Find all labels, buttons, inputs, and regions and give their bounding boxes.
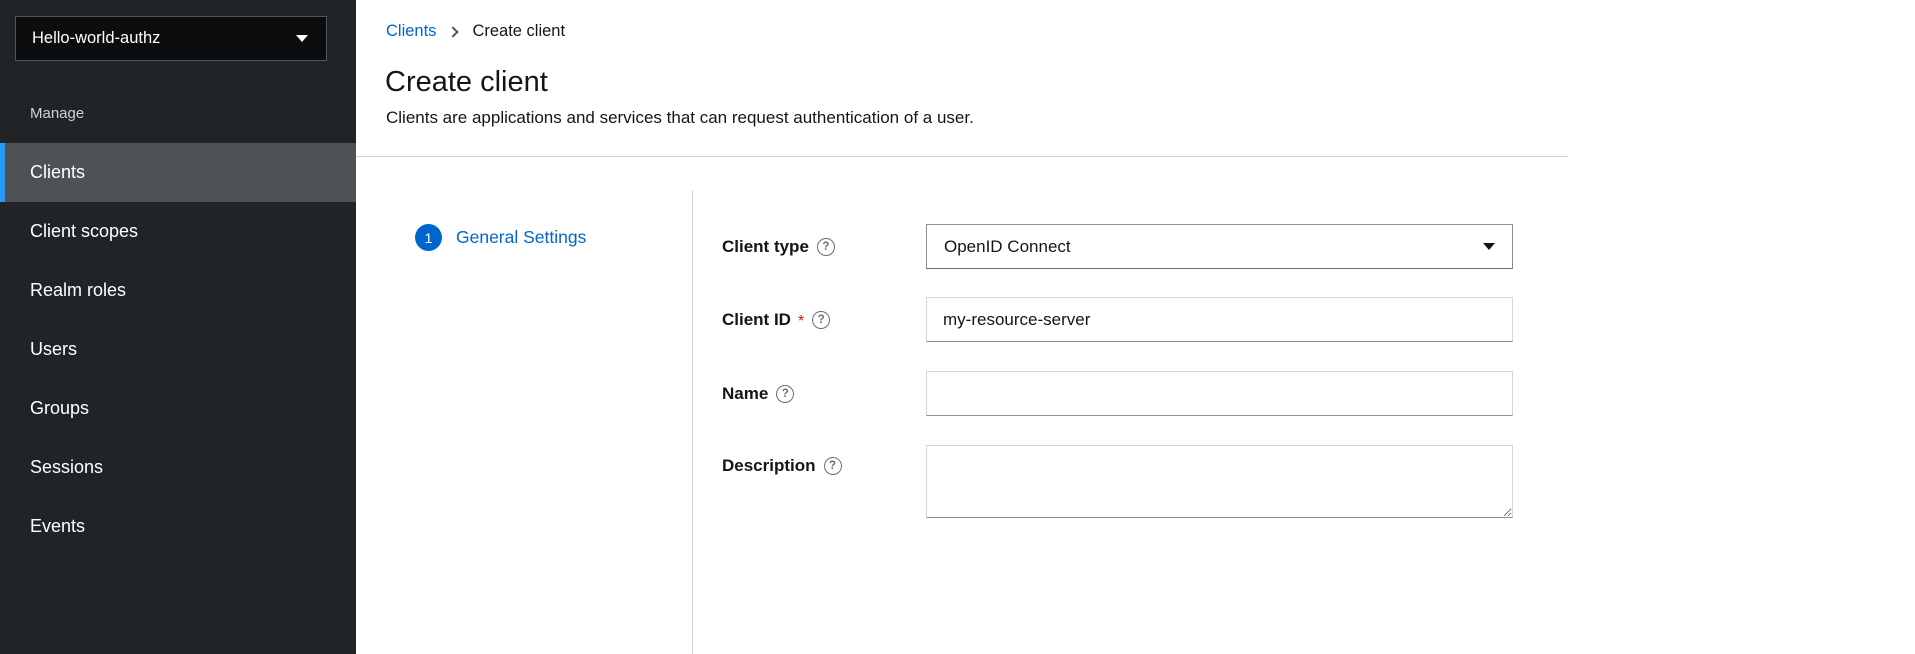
wizard-vertical-divider	[692, 190, 693, 654]
breadcrumb: Clients Create client	[386, 22, 565, 41]
client-type-label-wrap: Client type ?	[722, 237, 926, 257]
breadcrumb-link-clients[interactable]: Clients	[386, 22, 436, 41]
main-content: Clients Create client Create client Clie…	[356, 0, 1915, 654]
name-label: Name	[722, 384, 768, 404]
help-icon[interactable]: ?	[817, 238, 835, 256]
client-type-control: OpenID Connect	[926, 224, 1513, 269]
sidebar-item-clients[interactable]: Clients	[0, 143, 356, 202]
form-row-description: Description ?	[722, 445, 1870, 518]
form-row-name: Name ?	[722, 371, 1870, 416]
client-type-selected-value: OpenID Connect	[944, 237, 1071, 257]
breadcrumb-current: Create client	[472, 22, 565, 41]
description-label: Description	[722, 456, 816, 476]
nav-section-manage: Manage	[30, 105, 84, 122]
description-textarea[interactable]	[926, 445, 1513, 518]
page-subtitle: Clients are applications and services th…	[386, 108, 974, 128]
client-id-control	[926, 297, 1513, 342]
client-id-label: Client ID	[722, 310, 791, 330]
client-type-label: Client type	[722, 237, 809, 257]
name-control	[926, 371, 1513, 416]
app-root: Hello-world-authz Manage Clients Client …	[0, 0, 1915, 654]
sidebar-nav: Clients Client scopes Realm roles Users …	[0, 143, 356, 556]
sidebar-item-client-scopes[interactable]: Client scopes	[0, 202, 356, 261]
sidebar-item-label: Events	[30, 516, 85, 536]
help-icon[interactable]: ?	[776, 385, 794, 403]
client-type-select[interactable]: OpenID Connect	[926, 224, 1513, 269]
form-row-client-id: Client ID * ?	[722, 297, 1870, 342]
help-icon[interactable]: ?	[812, 311, 830, 329]
help-icon[interactable]: ?	[824, 457, 842, 475]
sidebar: Hello-world-authz Manage Clients Client …	[0, 0, 356, 654]
sidebar-item-label: Groups	[30, 398, 89, 418]
sidebar-item-users[interactable]: Users	[0, 320, 356, 379]
sidebar-item-realm-roles[interactable]: Realm roles	[0, 261, 356, 320]
header-divider	[356, 156, 1568, 157]
required-asterisk: *	[798, 313, 804, 331]
wizard-step-general-settings[interactable]: 1 General Settings	[415, 224, 586, 251]
sidebar-item-label: Users	[30, 339, 77, 359]
sidebar-item-label: Sessions	[30, 457, 103, 477]
realm-selector[interactable]: Hello-world-authz	[15, 16, 327, 61]
sidebar-item-label: Realm roles	[30, 280, 126, 300]
realm-selector-label: Hello-world-authz	[32, 29, 160, 48]
caret-down-icon	[296, 35, 308, 42]
name-input[interactable]	[926, 371, 1513, 416]
description-label-wrap: Description ?	[722, 445, 926, 476]
name-label-wrap: Name ?	[722, 384, 926, 404]
wizard-step-number: 1	[415, 224, 442, 251]
sidebar-item-events[interactable]: Events	[0, 497, 356, 556]
caret-down-icon	[1483, 243, 1495, 250]
client-id-input[interactable]	[926, 297, 1513, 342]
sidebar-item-label: Clients	[30, 162, 85, 182]
page-title: Create client	[385, 66, 548, 99]
wizard-step-label: General Settings	[456, 227, 586, 248]
sidebar-item-groups[interactable]: Groups	[0, 379, 356, 438]
sidebar-item-sessions[interactable]: Sessions	[0, 438, 356, 497]
client-id-label-wrap: Client ID * ?	[722, 310, 926, 330]
sidebar-item-label: Client scopes	[30, 221, 138, 241]
breadcrumb-separator-icon	[448, 26, 459, 37]
description-control	[926, 445, 1513, 523]
form-row-client-type: Client type ? OpenID Connect	[722, 224, 1870, 269]
